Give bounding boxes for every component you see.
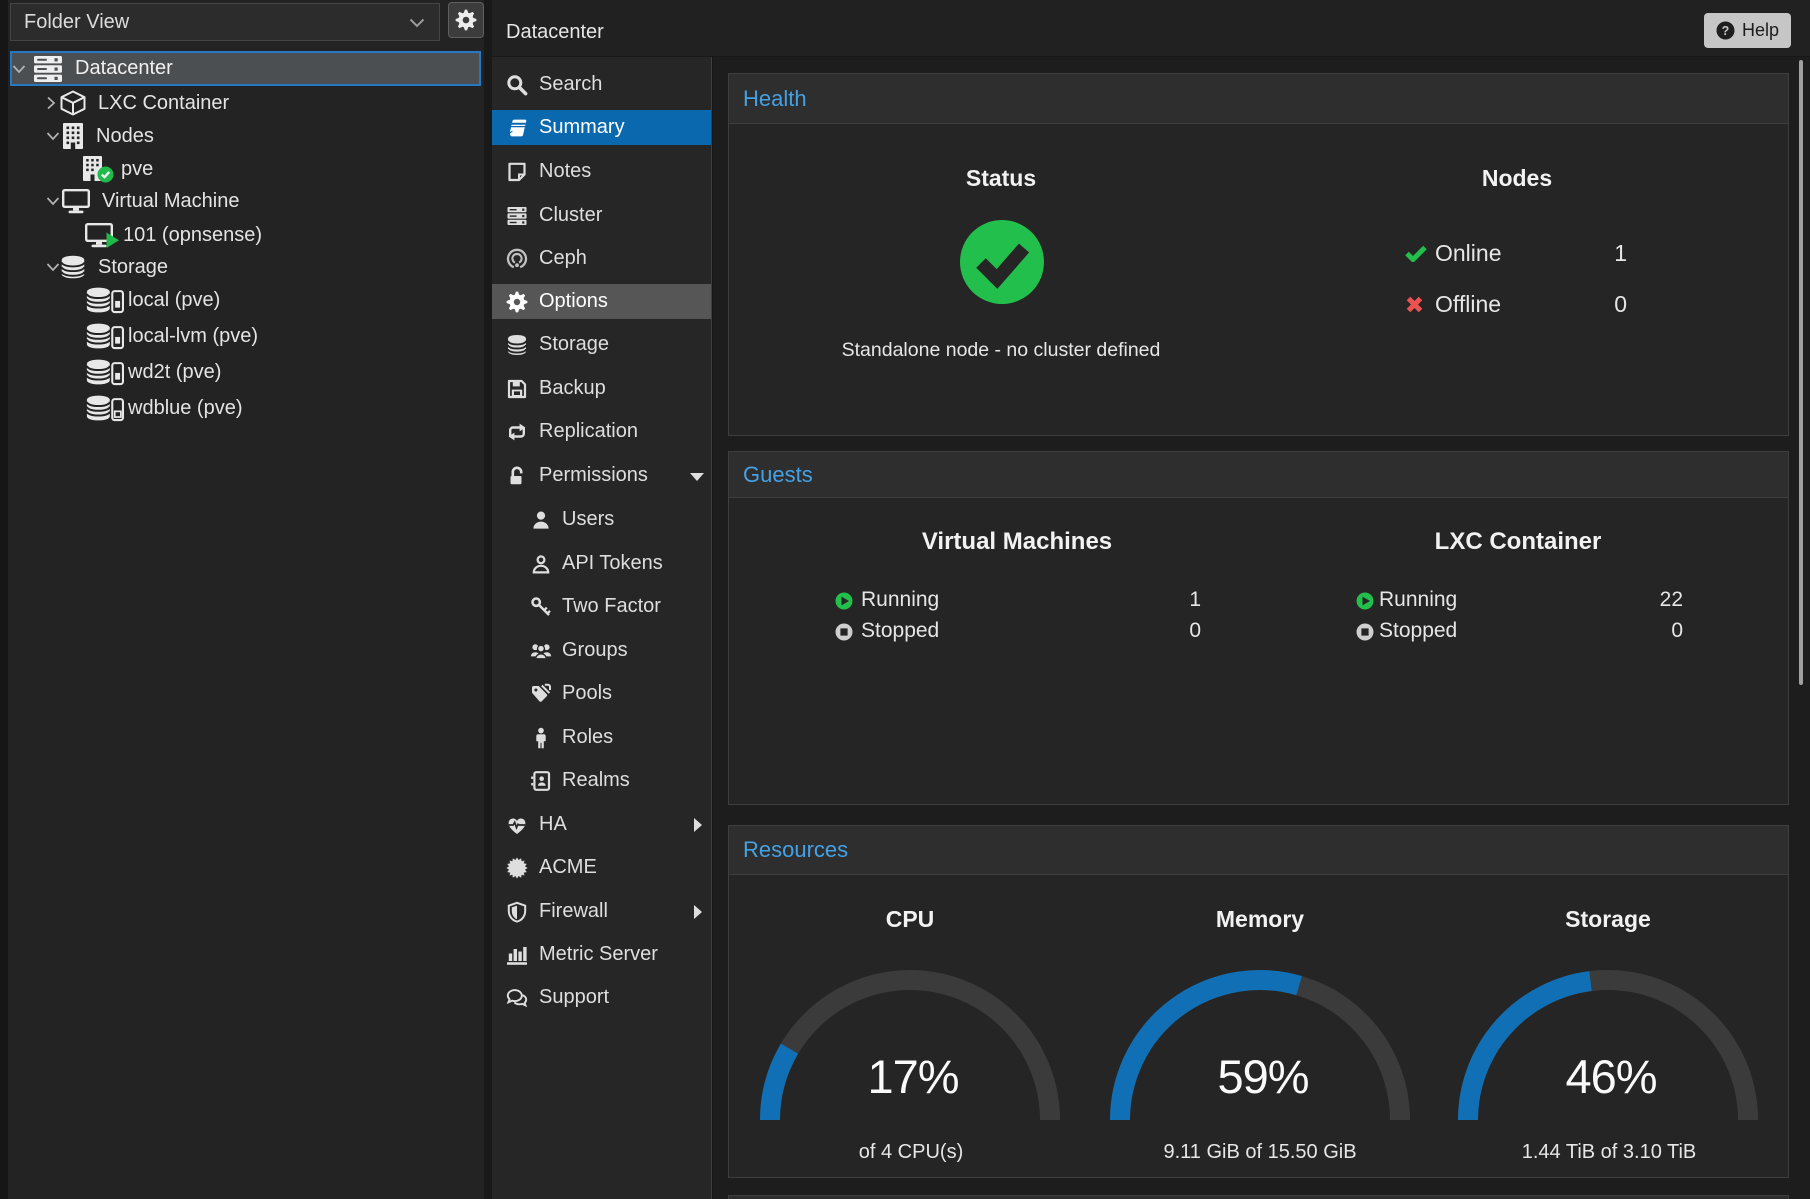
svg-text:?: ? — [1722, 24, 1730, 38]
